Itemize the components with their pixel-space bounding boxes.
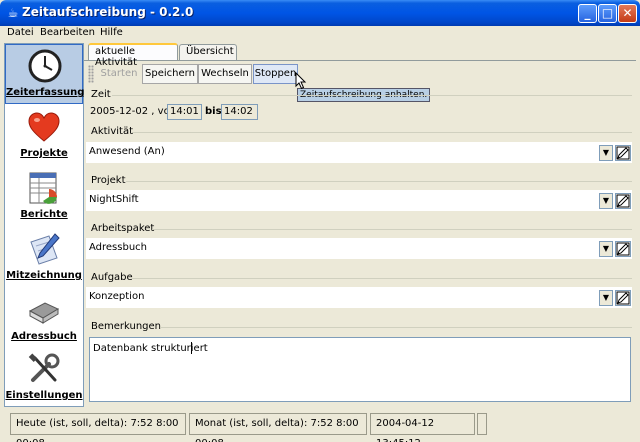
nav-label-zeiterfassung: Zeiterfassung [6, 87, 85, 98]
aufgabe-separator [132, 278, 632, 279]
aktivitaet-combobox[interactable]: Anwesend (An) ▼ [86, 142, 632, 163]
menu-bearbeiten[interactable]: Bearbeiten [40, 27, 95, 38]
text-caret [191, 342, 192, 354]
edit-icon[interactable] [615, 193, 631, 209]
nav-item-zeiterfassung[interactable]: Zeiterfassung [5, 44, 85, 104]
tools-icon [28, 353, 60, 382]
edit-icon[interactable] [615, 241, 631, 257]
bemerkungen-textarea[interactable]: Datenbank strukturiert [89, 337, 631, 402]
aktivitaet-separator [132, 132, 632, 133]
status-heute: Heute (ist, soll, delta): 7:52 8:00 00:0… [10, 413, 186, 442]
time-from-field[interactable]: 14:01 [167, 104, 202, 120]
projekt-combobox[interactable]: NightShift ▼ [86, 190, 632, 211]
nav-label-projekte: Projekte [20, 148, 68, 159]
nav-item-adressbuch[interactable]: Adressbuch [5, 289, 83, 349]
tab-aktuelle-aktivitaet[interactable]: aktuelle Aktivität [88, 43, 178, 68]
bemerkungen-separator [160, 327, 632, 328]
nav-label-adressbuch: Adressbuch [11, 331, 77, 342]
arbeitspaket-combobox[interactable]: Adressbuch ▼ [86, 238, 632, 259]
projekt-separator [126, 181, 632, 182]
nav-label-einstellungen: Einstellungen [5, 390, 83, 401]
title-bar: ☕ Zeitaufschreibung - 0.2.0 _ □ ✕ [0, 0, 640, 26]
aufgabe-combobox[interactable]: Konzeption ▼ [86, 287, 632, 308]
zeit-label: Zeit [91, 89, 111, 100]
arbeitspaket-separator [152, 229, 632, 230]
start-button[interactable]: Starten [96, 64, 142, 84]
aktivitaet-label: Aktivität [91, 126, 133, 137]
save-button[interactable]: Speichern [142, 64, 198, 84]
pen-paper-icon [30, 233, 60, 265]
tab-uebersicht[interactable]: Übersicht [179, 44, 237, 60]
dropdown-arrow-icon[interactable]: ▼ [599, 290, 613, 306]
zeit-bis-text: bis [205, 106, 222, 117]
aufgabe-label: Aufgabe [91, 272, 133, 283]
bemerkungen-label: Bemerkungen [91, 321, 162, 332]
dropdown-arrow-icon[interactable]: ▼ [599, 241, 613, 257]
java-cup-icon: ☕ [7, 6, 19, 20]
tab-bar: aktuelle Aktivität Übersicht [88, 43, 636, 68]
window-title: Zeitaufschreibung - 0.2.0 [22, 5, 194, 19]
edit-icon[interactable] [615, 290, 631, 306]
zeit-separator [112, 95, 632, 96]
arbeitspaket-label: Arbeitspaket [91, 223, 155, 234]
menu-datei[interactable]: Datei [7, 27, 34, 38]
nav-item-berichte[interactable]: Berichte [5, 167, 83, 227]
nav-label-berichte: Berichte [20, 209, 68, 220]
status-extra [477, 413, 487, 435]
navigation-sidebar: Zeiterfassung Projekte Berichte Mitzeich… [4, 43, 84, 407]
status-monat: Monat (ist, soll, delta): 7:52 8:00 00:0… [189, 413, 367, 442]
dropdown-arrow-icon[interactable]: ▼ [599, 193, 613, 209]
projekt-value: NightShift [89, 194, 139, 205]
toolbar-grip[interactable] [88, 65, 94, 83]
clock-icon [28, 49, 62, 83]
dropdown-arrow-icon[interactable]: ▼ [599, 145, 613, 161]
time-to-field[interactable]: 14:02 [221, 104, 258, 120]
zeit-date-text: 2005-12-02 , von [90, 106, 177, 117]
minimize-button[interactable]: _ [578, 4, 597, 23]
nav-item-einstellungen[interactable]: Einstellungen [5, 348, 83, 408]
menu-hilfe[interactable]: Hilfe [100, 27, 123, 38]
mouse-pointer-icon [295, 72, 307, 90]
menu-bar: Datei Bearbeiten Hilfe [4, 26, 636, 42]
status-datetime: 2004-04-12 13:45:12 [370, 413, 475, 442]
switch-button[interactable]: Wechseln [198, 64, 252, 84]
status-bar: Heute (ist, soll, delta): 7:52 8:00 00:0… [0, 410, 640, 442]
arbeitspaket-value: Adressbuch [89, 242, 147, 253]
aufgabe-value: Konzeption [89, 291, 145, 302]
projekt-label: Projekt [91, 175, 126, 186]
report-sheet-icon [29, 172, 57, 204]
aktivitaet-value: Anwesend (An) [89, 146, 165, 157]
nav-item-projekte[interactable]: Projekte [5, 106, 83, 166]
heart-icon [28, 112, 60, 142]
book-icon [28, 302, 60, 324]
toolbar: Starten Speichern Wechseln Stoppen [88, 63, 634, 85]
maximize-button[interactable]: □ [598, 4, 617, 23]
stop-button[interactable]: Stoppen [253, 64, 298, 84]
close-button[interactable]: ✕ [618, 4, 637, 23]
edit-icon[interactable] [615, 145, 631, 161]
nav-item-mitzeichnung[interactable]: Mitzeichnung [5, 228, 83, 288]
nav-label-mitzeichnung: Mitzeichnung [6, 270, 82, 281]
